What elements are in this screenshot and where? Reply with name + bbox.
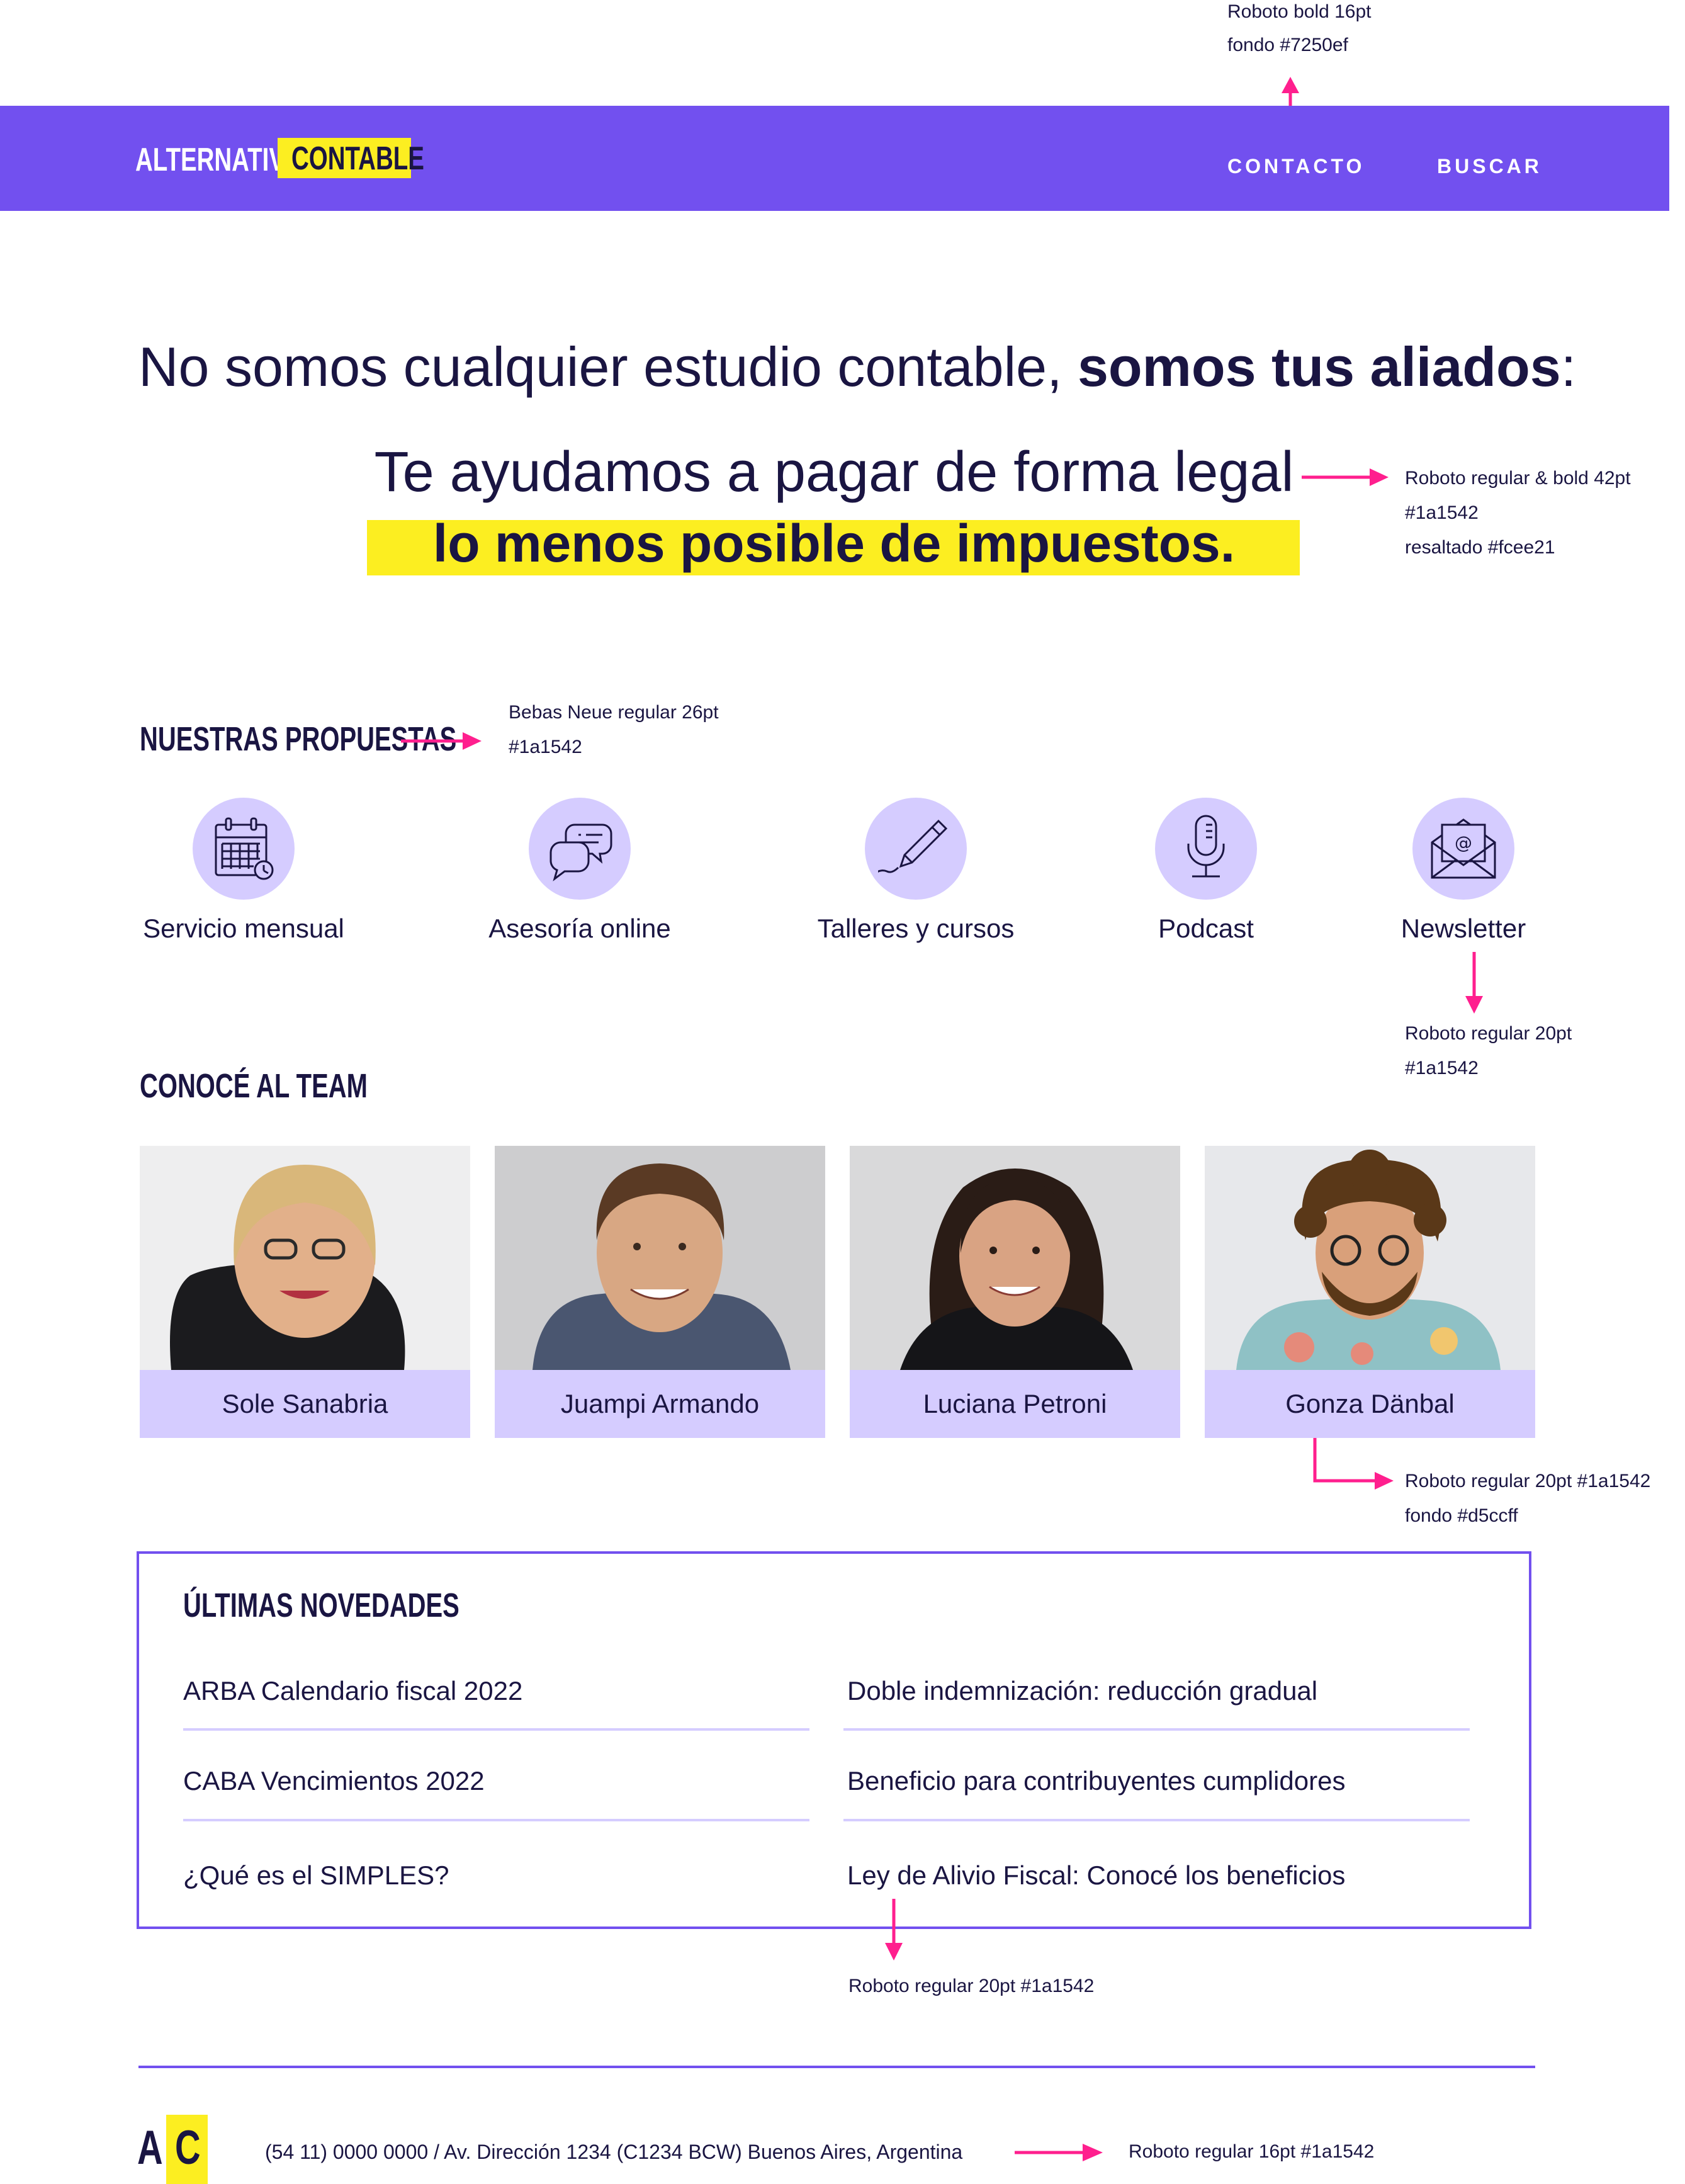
footer-logo-a: A bbox=[137, 2121, 163, 2175]
annotation-hero-color: #1a1542 bbox=[1405, 502, 1479, 523]
annotation-service-color: #1a1542 bbox=[1405, 1058, 1479, 1078]
section-title-team: CONOCÉ AL TEAM bbox=[140, 1067, 368, 1105]
news-link[interactable]: ARBA Calendario fiscal 2022 bbox=[183, 1675, 522, 1707]
hero-title-colon: : bbox=[1560, 336, 1577, 398]
news-divider bbox=[843, 1819, 1470, 1821]
annotation-nav-bg: fondo #7250ef bbox=[1227, 35, 1348, 55]
team-card-gonza[interactable]: Gonza Dänbal bbox=[1205, 1146, 1535, 1438]
service-newsletter[interactable]: @ Newsletter bbox=[1360, 798, 1567, 961]
annotation-hero-font: Roboto regular & bold 42pt bbox=[1405, 468, 1631, 489]
hero-title-bold: somos tus aliados bbox=[1077, 336, 1561, 398]
service-label: Newsletter bbox=[1400, 914, 1526, 943]
annotation-arrow-hero bbox=[1302, 468, 1389, 486]
footer-divider bbox=[138, 2066, 1535, 2068]
annotation-arrow-news bbox=[885, 1899, 903, 1961]
annotation-team-bg: fondo #d5ccff bbox=[1405, 1505, 1518, 1526]
avatar bbox=[1205, 1146, 1535, 1370]
annotation-team-font: Roboto regular 20pt #1a1542 bbox=[1405, 1471, 1651, 1491]
team-member-name: Sole Sanabria bbox=[140, 1370, 470, 1438]
team-card-juampi[interactable]: Juampi Armando bbox=[495, 1146, 825, 1438]
team-member-name: Gonza Dänbal bbox=[1205, 1370, 1535, 1438]
news-link[interactable]: Doble indemnización: reducción gradual bbox=[847, 1675, 1317, 1707]
team-member-name: Luciana Petroni bbox=[850, 1370, 1180, 1438]
annotation-hero-highlight: resaltado #fcee21 bbox=[1405, 537, 1555, 558]
nav-buscar-link[interactable]: BUSCAR bbox=[1437, 154, 1542, 179]
calendar-icon bbox=[193, 798, 295, 900]
service-label: Talleres y cursos bbox=[817, 914, 1015, 943]
annotation-arrow-section bbox=[401, 732, 482, 750]
annotation-section-color: #1a1542 bbox=[509, 737, 582, 757]
footer-contact-text: (54 11) 0000 0000 / Av. Dirección 1234 (… bbox=[265, 2141, 963, 2163]
service-label: Servicio mensual bbox=[143, 914, 344, 943]
section-title-novedades: ÚLTIMAS NOVEDADES bbox=[183, 1587, 459, 1624]
pencil-icon bbox=[865, 798, 967, 900]
team-card-sole[interactable]: Sole Sanabria bbox=[140, 1146, 470, 1438]
nav-contacto-link[interactable]: CONTACTO bbox=[1227, 154, 1365, 179]
annotation-section-font: Bebas Neue regular 26pt bbox=[509, 702, 719, 723]
avatar bbox=[140, 1146, 470, 1370]
news-divider bbox=[843, 1728, 1470, 1731]
annotation-arrow-service bbox=[1465, 952, 1483, 1014]
news-divider bbox=[183, 1819, 809, 1821]
news-divider bbox=[183, 1728, 809, 1731]
annotation-arrow-footer bbox=[1015, 2144, 1103, 2161]
news-link[interactable]: Ley de Alivio Fiscal: Conocé los benefic… bbox=[847, 1860, 1345, 1891]
logo-contable-badge[interactable]: CONTABLE bbox=[278, 138, 424, 178]
hero-title-regular: No somos cualquier estudio contable, bbox=[138, 336, 1078, 398]
news-link[interactable]: ¿Qué es el SIMPLES? bbox=[183, 1860, 449, 1891]
envelope-icon: @ bbox=[1412, 798, 1514, 900]
microphone-icon bbox=[1155, 798, 1257, 900]
hero-title: No somos cualquier estudio contable, som… bbox=[138, 332, 1576, 402]
svg-text:@: @ bbox=[1455, 832, 1472, 853]
news-link[interactable]: CABA Vencimientos 2022 bbox=[183, 1765, 485, 1797]
service-servicio-mensual[interactable]: Servicio mensual bbox=[140, 798, 347, 961]
service-label: Podcast bbox=[1158, 914, 1254, 943]
news-link[interactable]: Beneficio para contribuyentes cumplidore… bbox=[847, 1765, 1345, 1797]
service-label: Asesoría online bbox=[488, 914, 671, 943]
chat-bubbles-icon bbox=[529, 798, 631, 900]
team-card-luciana[interactable]: Luciana Petroni bbox=[850, 1146, 1180, 1438]
annotation-news-font: Roboto regular 20pt #1a1542 bbox=[848, 1976, 1095, 1996]
avatar bbox=[850, 1146, 1180, 1370]
team-member-name: Juampi Armando bbox=[495, 1370, 825, 1438]
footer-logo-c: C bbox=[175, 2121, 201, 2175]
avatar bbox=[495, 1146, 825, 1370]
annotation-footer-font: Roboto regular 16pt #1a1542 bbox=[1129, 2141, 1375, 2162]
logo-alternativa[interactable]: ALTERNATIVA bbox=[135, 144, 301, 176]
service-podcast[interactable]: Podcast bbox=[1102, 798, 1310, 961]
service-asesoria-online[interactable]: Asesoría online bbox=[476, 798, 684, 961]
annotation-arrow-team bbox=[1313, 1438, 1394, 1490]
annotation-service-font: Roboto regular 20pt bbox=[1405, 1023, 1572, 1044]
service-talleres-cursos[interactable]: Talleres y cursos bbox=[812, 798, 1020, 961]
annotation-nav-font: Roboto bold 16pt bbox=[1227, 1, 1372, 22]
logo-contable-text: CONTABLE bbox=[291, 140, 424, 177]
